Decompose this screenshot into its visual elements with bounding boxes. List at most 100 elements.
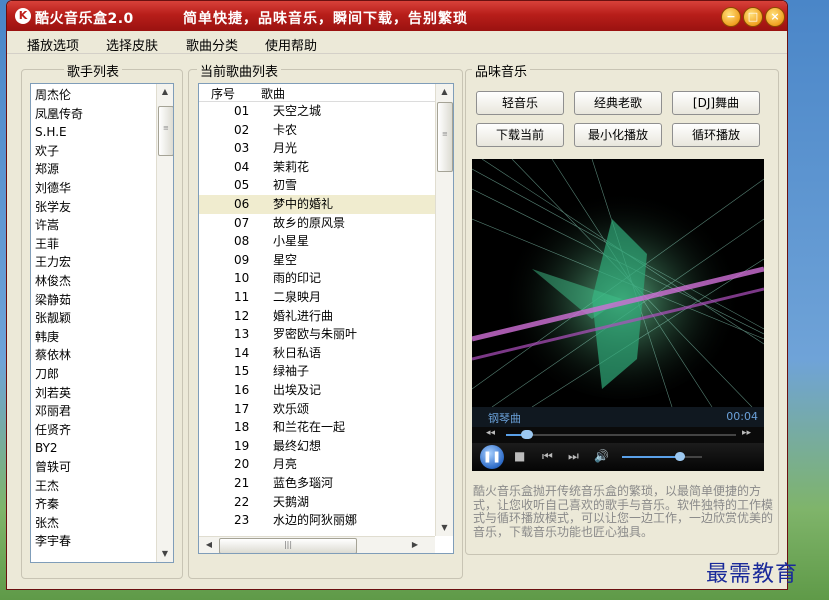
song-row[interactable]: 15 绿袖子 [199, 362, 435, 381]
scroll-up-arrow-icon[interactable]: ▲ [157, 84, 173, 100]
maximize-button[interactable]: □ [743, 7, 763, 27]
singer-item[interactable]: 蔡依林 [35, 346, 71, 365]
volume-handle[interactable] [674, 452, 685, 461]
singer-item[interactable]: 刀郎 [35, 365, 59, 384]
song-row[interactable]: 18 和兰花在一起 [199, 418, 435, 437]
next-icon[interactable]: ⏭ [568, 449, 579, 464]
app-slogan: 简单快捷，品味音乐，瞬间下载，告别繁琐 [183, 11, 468, 27]
singer-item[interactable]: 凤凰传奇 [35, 105, 83, 124]
main-window: K 酷火音乐盒2.0 简单快捷，品味音乐，瞬间下载，告别繁琐 − □ × 播放选… [6, 0, 788, 590]
song-number: 12 [234, 308, 250, 323]
download-current-button[interactable]: 下载当前 [476, 123, 564, 147]
song-number: 14 [234, 345, 250, 360]
stop-icon[interactable]: ■ [514, 449, 525, 463]
fast-forward-icon[interactable]: ▸▸ [742, 428, 751, 438]
song-row[interactable]: 05 初雪 [199, 176, 435, 195]
song-name: 罗密欧与朱丽叶 [273, 327, 358, 342]
song-row[interactable]: 06 梦中的婚礼 [199, 195, 435, 214]
scroll-down-arrow-icon[interactable]: ▼ [157, 546, 173, 562]
song-row[interactable]: 22 天鹅湖 [199, 493, 435, 512]
rewind-icon[interactable]: ◂◂ [486, 428, 495, 438]
singer-item[interactable]: 郑源 [35, 160, 59, 179]
singer-item[interactable]: 张学友 [35, 198, 71, 217]
singer-item[interactable]: S.H.E [35, 123, 67, 142]
close-button[interactable]: × [765, 7, 785, 27]
song-row[interactable]: 08 小星星 [199, 232, 435, 251]
singer-item[interactable]: 邓丽君 [35, 402, 71, 421]
scroll-right-arrow-icon[interactable]: ▶ [409, 537, 421, 553]
singer-item[interactable]: 刘德华 [35, 179, 71, 198]
loop-play-button[interactable]: 循环播放 [672, 123, 760, 147]
singer-scroll-thumb[interactable]: ≡ [158, 106, 173, 156]
menu-song-category[interactable]: 歌曲分类 [186, 35, 238, 54]
singer-item[interactable]: 王菲 [35, 235, 59, 254]
song-row[interactable]: 19 最终幻想 [199, 437, 435, 456]
song-hscroll-thumb[interactable]: ||| [219, 538, 357, 553]
song-row[interactable]: 09 星空 [199, 251, 435, 270]
singer-item[interactable]: 刘若英 [35, 384, 71, 403]
pause-button[interactable]: ❚❚ [480, 445, 504, 469]
singer-item[interactable]: 曾轶可 [35, 458, 71, 477]
menu-play-options[interactable]: 播放选项 [27, 35, 79, 54]
song-hscrollbar[interactable]: ◀ ||| ▶ [199, 536, 435, 553]
song-row[interactable]: 14 秋日私语 [199, 344, 435, 363]
song-row[interactable]: 02 卡农 [199, 121, 435, 140]
singer-item[interactable]: 王杰 [35, 477, 59, 496]
seek-handle[interactable] [520, 430, 533, 439]
menu-help[interactable]: 使用帮助 [265, 35, 317, 54]
singer-item[interactable]: 张靓颖 [35, 309, 71, 328]
previous-icon[interactable]: ⏮ [542, 449, 553, 464]
classic-songs-button[interactable]: 经典老歌 [574, 91, 662, 115]
scroll-left-arrow-icon[interactable]: ◀ [203, 537, 215, 553]
song-row[interactable]: 12 婚礼进行曲 [199, 307, 435, 326]
song-row[interactable]: 07 故乡的原风景 [199, 214, 435, 233]
song-row[interactable]: 10 雨的印记 [199, 269, 435, 288]
singer-item[interactable]: 许嵩 [35, 216, 59, 235]
minimize-play-button[interactable]: 最小化播放 [574, 123, 662, 147]
song-row[interactable]: 20 月亮 [199, 455, 435, 474]
light-music-button[interactable]: 轻音乐 [476, 91, 564, 115]
singer-list[interactable]: 周杰伦 凤凰传奇 S.H.E 欢子 郑源 刘德华 张学友 许嵩 王菲 王力宏 林俊杰 梁静茹 张靓颖 韩庚… [30, 83, 174, 563]
seek-track[interactable] [506, 430, 736, 439]
column-song[interactable]: 歌曲 [261, 85, 285, 102]
singer-scrollbar[interactable]: ▲ ≡ ▼ [156, 84, 173, 562]
song-number: 04 [234, 159, 250, 174]
song-row[interactable]: 17 欢乐颂 [199, 400, 435, 419]
singer-item[interactable]: 李宇春 [35, 532, 71, 551]
song-list[interactable]: 序号 歌曲 01 天空之城 02 卡农 03 月光 04 茉莉花 05 初雪 06 梦中的婚礼 07 故乡… [198, 83, 454, 554]
song-row[interactable]: 04 茉莉花 [199, 158, 435, 177]
singer-item[interactable]: 张杰 [35, 514, 59, 533]
song-row[interactable]: 21 蓝色多瑙河 [199, 474, 435, 493]
volume-track[interactable] [622, 452, 702, 461]
singer-item[interactable]: 梁静茹 [35, 291, 71, 310]
song-row[interactable]: 11 二泉映月 [199, 288, 435, 307]
singer-item[interactable]: 任贤齐 [35, 421, 71, 440]
song-name: 雨的印记 [273, 271, 322, 286]
song-row[interactable]: 13 罗密欧与朱丽叶 [199, 325, 435, 344]
singer-item[interactable]: 欢子 [35, 142, 59, 161]
song-row[interactable]: 03 月光 [199, 139, 435, 158]
song-row[interactable]: 01 天空之城 [199, 102, 435, 121]
menu-select-skin[interactable]: 选择皮肤 [106, 35, 158, 54]
song-name: 绿袖子 [273, 364, 310, 379]
column-number[interactable]: 序号 [211, 85, 235, 102]
volume-icon[interactable]: 🔊 [594, 449, 609, 463]
title-bar[interactable]: K 酷火音乐盒2.0 简单快捷，品味音乐，瞬间下载，告别繁琐 − □ × [7, 1, 787, 31]
song-scrollbar[interactable]: ▲ ≡ ▼ [435, 84, 453, 536]
singer-item[interactable]: 周杰伦 [35, 86, 71, 105]
song-row[interactable]: 23 水边的阿狄丽娜 [199, 511, 435, 530]
song-scroll-thumb[interactable]: ≡ [437, 102, 453, 172]
singer-item[interactable]: BY2 [35, 439, 58, 458]
dj-dance-button[interactable]: [DJ]舞曲 [672, 91, 760, 115]
singer-item[interactable]: 韩庚 [35, 328, 59, 347]
app-logo-icon: K [15, 8, 31, 24]
scroll-down-arrow-icon[interactable]: ▼ [436, 520, 453, 536]
song-name: 蓝色多瑙河 [273, 476, 334, 490]
minimize-button[interactable]: − [721, 7, 741, 27]
singer-group-title: 歌手列表 [64, 61, 123, 80]
scroll-up-arrow-icon[interactable]: ▲ [436, 84, 453, 100]
singer-item[interactable]: 王力宏 [35, 253, 71, 272]
singer-item[interactable]: 林俊杰 [35, 272, 71, 291]
song-row[interactable]: 16 出埃及记 [199, 381, 435, 400]
singer-item[interactable]: 齐秦 [35, 495, 59, 514]
